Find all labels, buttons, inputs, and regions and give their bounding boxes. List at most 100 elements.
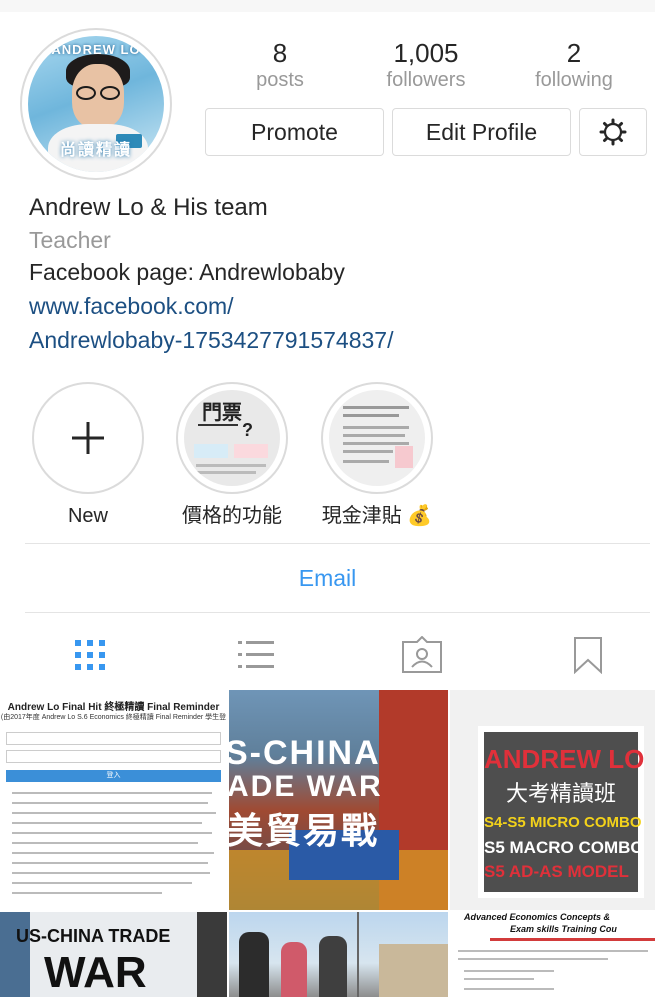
divider	[25, 543, 650, 544]
post-thumbnail-advanced-economics[interactable]: Advanced Economics Concepts & Exam skill…	[450, 912, 655, 997]
highlight-new[interactable]: New	[29, 382, 147, 528]
stat-value: 8	[272, 38, 288, 68]
tab-list[interactable]	[226, 630, 286, 680]
post-text-line	[12, 812, 216, 814]
cover-text-line	[343, 450, 393, 453]
post-text-line	[464, 978, 534, 980]
avatar-bottom-text: 尚讀精讀	[59, 142, 132, 159]
post-thumbnail-final-reminder[interactable]: Andrew Lo Final Hit 終極精讀 Final Reminder …	[0, 690, 227, 910]
post-thumbnail-street-photo[interactable]	[229, 912, 448, 997]
highlight-cover-image	[329, 390, 425, 486]
person-silhouette	[281, 942, 307, 997]
post-red-line	[490, 938, 655, 941]
post-subtitle: (由2017年度 Andrew Lo S.6 Economics 終極精讀 Fi…	[0, 714, 227, 721]
cover-text-line	[196, 471, 256, 474]
post-text-line	[12, 852, 214, 854]
post-thumbnail-us-china-trade-war[interactable]: US-CHINA TRADE WAR	[0, 912, 227, 997]
edit-profile-button[interactable]: Edit Profile	[392, 108, 571, 156]
highlight-label: 現金津貼 💰	[321, 505, 433, 527]
cover-text-line	[343, 460, 389, 463]
post-text-line	[458, 958, 608, 960]
bio-website-link[interactable]: www.facebook.com/ Andrewlobaby-175342779…	[29, 289, 639, 357]
cover-text-line	[343, 406, 409, 409]
post-text-line	[464, 988, 554, 990]
grid-icon	[75, 640, 105, 670]
cover-text-line	[343, 426, 409, 429]
cover-pink-block	[395, 446, 413, 468]
post-text-line	[12, 872, 210, 874]
bookmark-icon	[574, 637, 602, 674]
profile-tabs	[0, 622, 655, 688]
stat-label: posts	[256, 69, 304, 91]
list-icon	[238, 641, 274, 668]
post-text-line	[458, 950, 648, 952]
settings-button[interactable]	[579, 108, 647, 156]
highlight-label: New	[67, 505, 108, 527]
cover-tag-blue	[194, 444, 228, 458]
status-strip	[0, 0, 655, 12]
post-text-line-1: S-CHINA	[229, 734, 381, 772]
post-text-line	[12, 862, 208, 864]
cover-text-line	[196, 464, 266, 467]
highlight-price-function[interactable]: 門票 ? 價格的功能	[173, 382, 291, 528]
stat-label: following	[535, 69, 613, 91]
stat-value: 2	[566, 38, 582, 68]
flag-strip	[0, 912, 30, 997]
post-text-line	[12, 882, 192, 884]
highlight-cover-image: 門票 ?	[184, 390, 280, 486]
cover-text-line	[343, 414, 399, 417]
cover-text-line	[343, 434, 405, 437]
post-title: Andrew Lo Final Hit 終極精讀 Final Reminder	[7, 702, 220, 713]
cover-text-line	[343, 442, 409, 445]
stat-label: followers	[386, 69, 466, 91]
divider	[25, 612, 650, 613]
highlight-cover	[32, 382, 144, 494]
profile-avatar[interactable]: ANDREW LO 尚讀精讀	[20, 28, 172, 180]
poster-subtitle: 大考精讀班	[505, 781, 616, 806]
highlight-cash-allowance[interactable]: 現金津貼 💰	[318, 382, 436, 528]
profile-name: Andrew Lo & His team	[29, 194, 268, 221]
poster-line-5: S5 AD-AS MODEL	[484, 862, 629, 881]
gear-icon	[599, 118, 627, 146]
post-text-line	[12, 842, 198, 844]
cover-line	[198, 424, 238, 426]
highlight-label: 價格的功能	[182, 505, 282, 527]
cover-tag-pink	[234, 444, 268, 458]
post-text-line	[12, 822, 202, 824]
post-text-line-1: US-CHINA TRADE	[16, 926, 171, 946]
post-thumbnail-andrew-lo-course[interactable]: ANDREW LO 大考精讀班 S4-S5 MICRO COMBO S5 MAC…	[450, 690, 655, 910]
lamp-post	[357, 912, 359, 997]
plus-icon	[72, 422, 104, 454]
bio-text: Facebook page: Andrewlobaby	[29, 259, 345, 285]
tab-tagged[interactable]	[392, 630, 452, 680]
email-button[interactable]: Email	[0, 562, 655, 594]
post-text-line	[464, 970, 554, 972]
post-text-line	[12, 792, 212, 794]
chain-strip	[197, 912, 227, 997]
avatar-glasses	[74, 86, 122, 100]
post-text-line-3: 美貿易戰	[229, 810, 380, 851]
post-text-line	[12, 832, 212, 834]
bio-link-line-2: Andrewlobaby-1753427791574837/	[29, 327, 394, 353]
promote-button[interactable]: Promote	[205, 108, 384, 156]
stat-value: 1,005	[393, 38, 459, 68]
tab-saved[interactable]	[558, 630, 618, 680]
cover-question: ?	[242, 420, 253, 440]
bio-link-line-1: www.facebook.com/	[29, 293, 234, 319]
stat-followers[interactable]: 1,005 followers	[351, 38, 501, 92]
tab-grid[interactable]	[60, 630, 120, 680]
form-field	[6, 732, 221, 745]
profile-bio: Andrew Lo & His team Teacher Facebook pa…	[29, 192, 639, 357]
cover-title: 門票	[202, 402, 242, 424]
stat-following[interactable]: 2 following	[499, 38, 649, 92]
person-silhouette	[319, 936, 347, 997]
poster-line-3: S4-S5 MICRO COMBO	[484, 814, 642, 831]
stat-posts[interactable]: 8 posts	[205, 38, 355, 92]
poster-line-4: S5 MACRO COMBO	[484, 838, 644, 857]
post-thumbnail-trade-war[interactable]: S-CHINA ADE WAR 美貿易戰	[229, 690, 448, 910]
person-silhouette	[239, 932, 269, 997]
highlight-cover	[321, 382, 433, 494]
post-title: Advanced Economics Concepts &	[464, 912, 611, 922]
tagged-icon	[402, 636, 442, 673]
profile-category: Teacher	[29, 227, 111, 253]
